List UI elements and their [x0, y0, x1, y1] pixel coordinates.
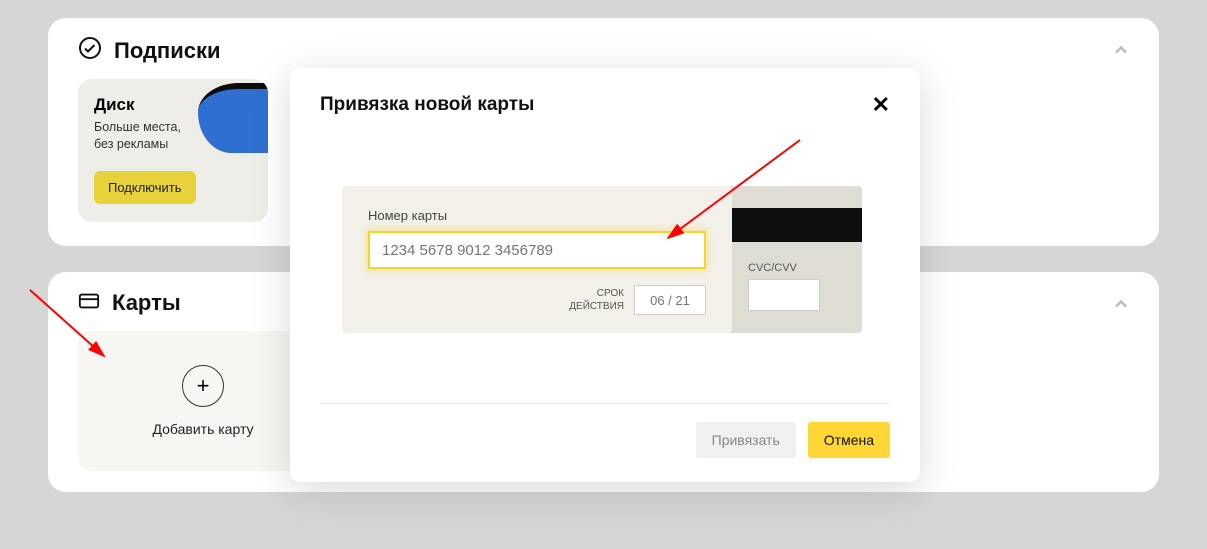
- chevron-up-icon[interactable]: [1111, 40, 1131, 66]
- disk-illustration: [198, 83, 268, 153]
- connect-button[interactable]: Подключить: [94, 171, 196, 204]
- cvc-input[interactable]: [748, 279, 820, 311]
- cvc-label: CVC/CVV: [748, 262, 862, 274]
- card-number-input[interactable]: [368, 231, 706, 269]
- chevron-up-icon[interactable]: [1111, 294, 1131, 320]
- modal-divider: [320, 403, 890, 404]
- credit-card-icon: [78, 290, 100, 317]
- close-icon[interactable]: ✕: [872, 94, 890, 116]
- cancel-button[interactable]: Отмена: [808, 422, 890, 458]
- cards-title: Карты: [112, 290, 181, 316]
- link-card-modal: Привязка новой карты ✕ Номер карты СРОК …: [290, 68, 920, 482]
- card-number-label: Номер карты: [368, 208, 706, 223]
- subscription-card-disk: Диск Больше места, без рекламы Подключит…: [78, 79, 268, 222]
- subscriptions-title: Подписки: [114, 38, 221, 64]
- add-card-label: Добавить карту: [152, 421, 253, 437]
- expiry-input[interactable]: [634, 285, 706, 315]
- plus-icon[interactable]: +: [182, 365, 224, 407]
- expiry-label: СРОК ДЕЙСТВИЯ: [569, 287, 624, 313]
- modal-title: Привязка новой карты: [320, 94, 534, 116]
- check-circle-icon: [78, 36, 102, 65]
- link-card-button[interactable]: Привязать: [696, 422, 796, 458]
- card-front: Номер карты СРОК ДЕЙСТВИЯ: [342, 186, 732, 333]
